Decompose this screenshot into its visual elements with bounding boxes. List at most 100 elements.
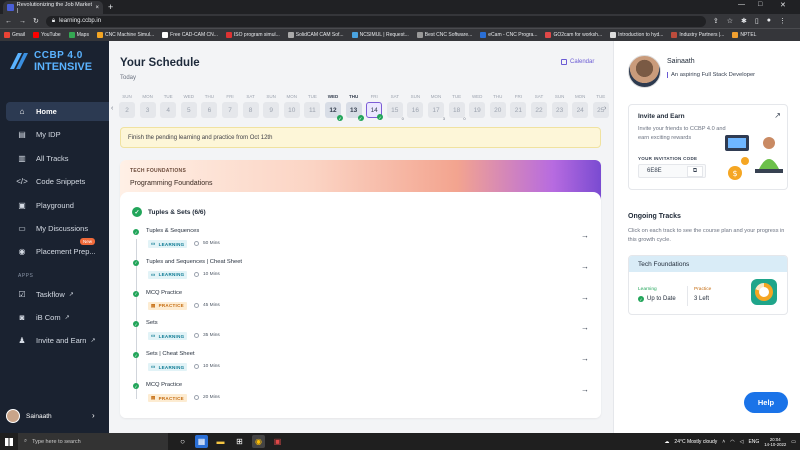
- bookmark-item[interactable]: YouTube: [33, 32, 61, 38]
- day-cell[interactable]: MON 3: [139, 93, 157, 118]
- day-cell[interactable]: WED 19: [468, 93, 486, 118]
- invite-card[interactable]: Invite and Earn ↗ Invite your friends to…: [628, 104, 788, 190]
- day-cell[interactable]: FRI 14 ✓: [365, 93, 384, 120]
- day-cell[interactable]: SUN 16: [406, 93, 424, 118]
- extensions-icon[interactable]: ✱: [741, 17, 747, 25]
- app-item-taskflow[interactable]: ☑ Taskflow ↗: [6, 285, 109, 304]
- bookmark-item[interactable]: Best CNC Software...: [416, 32, 472, 38]
- ccbp-logo[interactable]: CCBP 4.0 INTENSIVE: [8, 51, 92, 73]
- bookmark-star-icon[interactable]: ☆: [727, 17, 733, 25]
- bookmark-item[interactable]: Introduction to hyd...: [610, 32, 663, 38]
- day-cell[interactable]: TUE 4: [159, 93, 177, 118]
- day-cell[interactable]: SAT 15 0: [386, 93, 404, 121]
- sidebar-item-playground[interactable]: ▣ Playground: [6, 196, 109, 215]
- day-cell[interactable]: SUN 2: [118, 93, 136, 118]
- sidebar-item-my-idp[interactable]: ▤ My IDP: [6, 125, 109, 144]
- next-week-icon[interactable]: ›: [604, 105, 606, 112]
- day-cell[interactable]: SAT 22: [530, 93, 548, 118]
- day-cell[interactable]: SUN 23: [551, 93, 569, 118]
- course-item[interactable]: ✓ Tuples & Sequences ▭ LEARNING 50 Mins →: [133, 228, 593, 256]
- bookmark-item[interactable]: NPTEL: [732, 32, 756, 38]
- calendar-link[interactable]: Calendar: [561, 59, 594, 65]
- bookmark-item[interactable]: NCSIMUL | Request...: [351, 32, 409, 38]
- volume-icon[interactable]: ◁: [740, 439, 744, 445]
- menu-icon[interactable]: ⋮: [779, 17, 786, 25]
- copy-icon[interactable]: ⧉: [687, 166, 703, 177]
- windows-start-icon[interactable]: [0, 433, 18, 450]
- course-item[interactable]: ✓ Sets | Cheat Sheet ▭ LEARNING 10 Mins →: [133, 351, 593, 379]
- url-bar[interactable]: 🔒︎ learning.ccbp.in: [45, 15, 706, 27]
- course-item[interactable]: ✓ MCQ Practice ▤ PRACTICE 20 Mins →: [133, 382, 593, 410]
- app-item-ib-com[interactable]: ◙ iB Com ↗: [6, 308, 109, 327]
- bookmark-item[interactable]: Maps: [68, 32, 89, 38]
- widgets-icon[interactable]: ▦: [195, 435, 208, 448]
- bookmark-item[interactable]: SolidCAM CAM Sof...: [287, 32, 344, 38]
- day-cell[interactable]: MON 17 3: [427, 93, 445, 121]
- sidebar-icon[interactable]: ▯: [755, 17, 759, 25]
- network-icon[interactable]: ◠: [730, 439, 734, 445]
- pending-banner[interactable]: Finish the pending learning and practice…: [120, 127, 601, 148]
- sidebar-user[interactable]: Sainaath ›: [6, 409, 95, 423]
- external-link-icon[interactable]: ↗: [774, 111, 781, 120]
- bookmark-item[interactable]: Free CAD-CAM CN...: [162, 32, 218, 38]
- minimize-icon[interactable]: —: [738, 1, 745, 8]
- course-item[interactable]: ✓ MCQ Practice ▤ PRACTICE 45 Mins →: [133, 290, 593, 318]
- forward-icon[interactable]: →: [19, 18, 26, 25]
- maximize-icon[interactable]: □: [758, 1, 762, 8]
- arrow-right-icon[interactable]: →: [581, 323, 589, 332]
- tray-arrow-icon[interactable]: ˄: [722, 439, 725, 445]
- app-icon[interactable]: ▣: [271, 435, 284, 448]
- day-cell[interactable]: THU 6: [200, 93, 218, 118]
- arrow-right-icon[interactable]: →: [581, 262, 589, 271]
- browser-tab[interactable]: Revolutionizing the Job Market | ×: [3, 1, 103, 14]
- section-title[interactable]: ✓ Tuples & Sets (6/6): [132, 207, 206, 217]
- profile-avatar[interactable]: [628, 55, 661, 88]
- help-button[interactable]: Help: [744, 392, 788, 413]
- notifications-icon[interactable]: ▭: [791, 439, 796, 445]
- day-cell[interactable]: MON 10: [283, 93, 301, 118]
- day-cell[interactable]: WED 5: [180, 93, 198, 118]
- day-cell[interactable]: TUE 25: [592, 93, 610, 118]
- course-item[interactable]: ✓ Tuples and Sequences | Cheat Sheet ▭ LEAR…: [133, 259, 593, 287]
- file-explorer-icon[interactable]: ▬: [214, 435, 227, 448]
- bookmark-item[interactable]: ISO program simul...: [225, 32, 280, 38]
- language-indicator[interactable]: ENG: [748, 439, 759, 445]
- sidebar-item-my-discussions[interactable]: ▭ My Discussions: [6, 219, 109, 238]
- arrow-right-icon[interactable]: →: [581, 231, 589, 240]
- back-icon[interactable]: ←: [5, 18, 12, 25]
- day-cell[interactable]: THU 13 ✓: [345, 93, 364, 121]
- sidebar-item-placement-prep[interactable]: ◉ Placement Prep... New: [6, 238, 109, 261]
- course-item[interactable]: ✓ Sets ▭ LEARNING 35 Mins →: [133, 320, 593, 348]
- clock[interactable]: 20:04 14-10-2022: [764, 437, 786, 447]
- chrome-icon[interactable]: ◉: [252, 435, 265, 448]
- bookmark-item[interactable]: eCam - CNC Progra...: [480, 32, 537, 38]
- weather-text[interactable]: 24°C Mostly cloudy: [674, 439, 717, 445]
- arrow-right-icon[interactable]: →: [581, 293, 589, 302]
- taskbar-search[interactable]: ⌕ Type here to search: [18, 433, 168, 450]
- day-cell[interactable]: THU 20: [489, 93, 507, 118]
- sidebar-item-all-tracks[interactable]: ▥ All Tracks: [6, 149, 109, 168]
- bookmark-item[interactable]: Industry Partners |...: [671, 32, 724, 38]
- tab-close-icon[interactable]: ×: [95, 5, 99, 11]
- invite-code-field[interactable]: 6E8E ⧉: [638, 164, 706, 178]
- app-item-invite-and-earn[interactable]: ♟ Invite and Earn ↗: [6, 331, 109, 350]
- day-cell[interactable]: FRI 7: [221, 93, 239, 118]
- track-card[interactable]: Tech Foundations Learning ✓ Up to Date P…: [628, 255, 788, 315]
- share-icon[interactable]: ⇪: [713, 17, 719, 25]
- arrow-right-icon[interactable]: →: [581, 354, 589, 363]
- sidebar-item-code-snippets[interactable]: </> Code Snippets: [6, 172, 109, 191]
- day-cell[interactable]: FRI 21: [509, 93, 527, 118]
- profile-icon[interactable]: ●: [767, 17, 771, 25]
- bookmark-item[interactable]: CNC Machine Simul...: [96, 32, 154, 38]
- sidebar-item-home[interactable]: ⌂ Home: [6, 102, 109, 121]
- arrow-right-icon[interactable]: →: [581, 385, 589, 394]
- day-cell[interactable]: SUN 9: [262, 93, 280, 118]
- day-cell[interactable]: MON 24: [571, 93, 589, 118]
- bookmark-item[interactable]: Gmail: [4, 32, 25, 38]
- task-view-icon[interactable]: ○: [176, 435, 189, 448]
- new-tab-button[interactable]: +: [108, 2, 113, 12]
- day-cell[interactable]: SAT 8: [242, 93, 260, 118]
- store-icon[interactable]: ⊞: [233, 435, 246, 448]
- day-cell[interactable]: TUE 18 0: [448, 93, 466, 121]
- day-cell[interactable]: TUE 11: [303, 93, 321, 118]
